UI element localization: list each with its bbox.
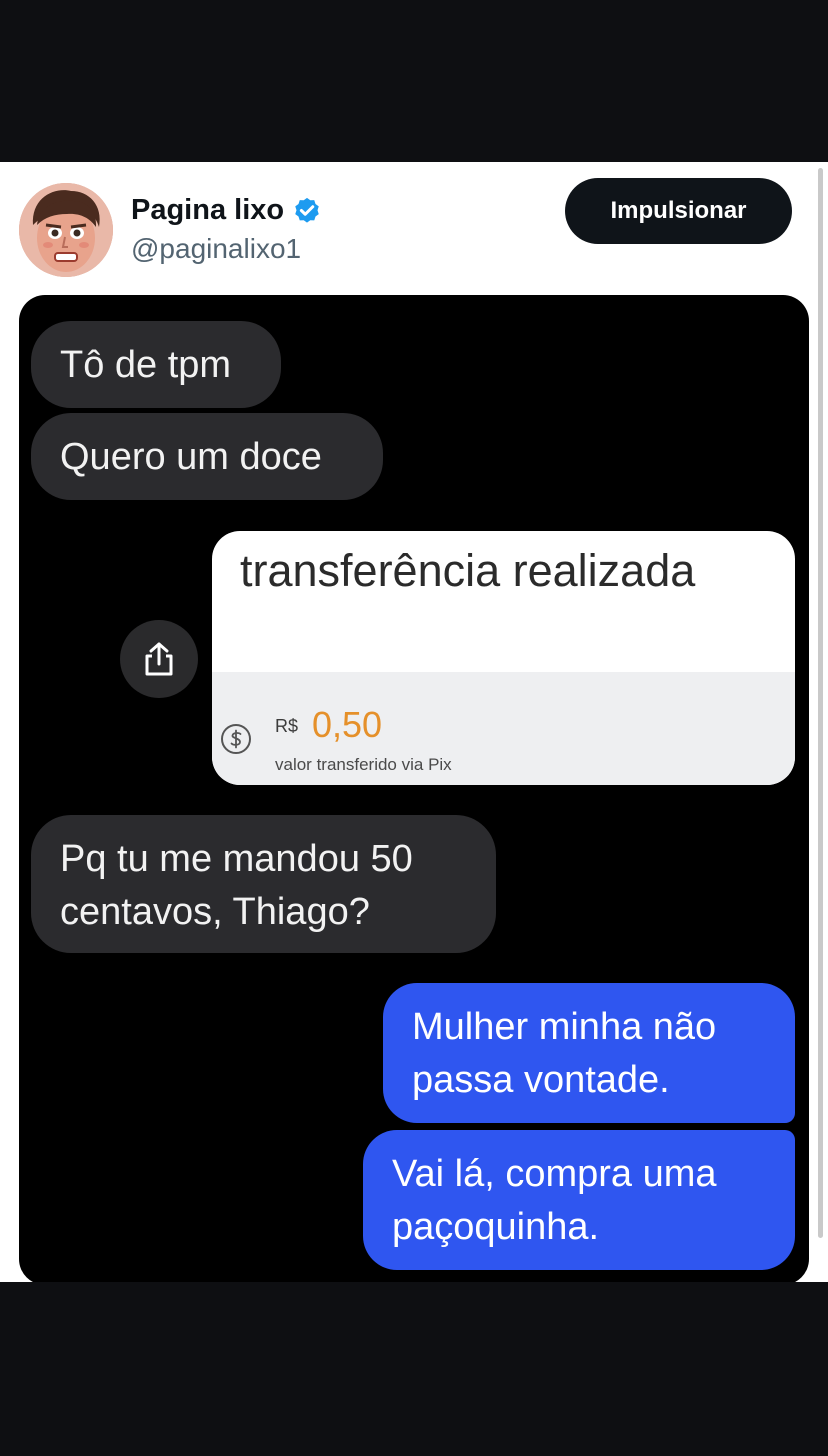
transfer-title: transferência realizada: [240, 545, 696, 596]
transfer-amount: 0,50: [312, 704, 383, 745]
chat-message-received: Tô de tpm: [31, 321, 281, 408]
avatar-face-icon: [19, 183, 113, 277]
pix-transfer-card: transferência realizada R$ 0,50 valor tr…: [212, 531, 795, 785]
boost-button[interactable]: Impulsionar: [565, 178, 792, 244]
display-name[interactable]: Pagina lixo: [131, 194, 284, 227]
share-icon: [145, 642, 173, 676]
author-name-row: Pagina lixo: [131, 194, 322, 227]
chat-screenshot[interactable]: Tô de tpm Quero um doce transferência re…: [19, 295, 809, 1282]
bottom-letterbox: [0, 1282, 828, 1456]
currency-symbol: R$: [275, 716, 299, 736]
transfer-caption: valor transferido via Pix: [275, 755, 452, 774]
verified-badge-icon: [295, 197, 319, 223]
share-button[interactable]: [120, 620, 198, 698]
chat-message-sent: Mulher minha não passa vontade.: [383, 983, 795, 1123]
avatar[interactable]: [19, 183, 113, 277]
chat-message-sent: Vai lá, compra uma paçoquinha.: [363, 1130, 795, 1270]
user-handle[interactable]: @paginalixo1: [131, 233, 301, 265]
transfer-details: R$ 0,50 valor transferido via Pix: [212, 672, 795, 785]
scrollbar[interactable]: [818, 168, 823, 1238]
tweet-card: Pagina lixo @paginalixo1 Impulsionar Tô …: [0, 162, 828, 1282]
money-icon: [221, 724, 251, 754]
chat-message-received: Pq tu me mandou 50 centavos, Thiago?: [31, 815, 496, 953]
chat-message-received: Quero um doce: [31, 413, 383, 500]
top-letterbox: [0, 0, 828, 162]
